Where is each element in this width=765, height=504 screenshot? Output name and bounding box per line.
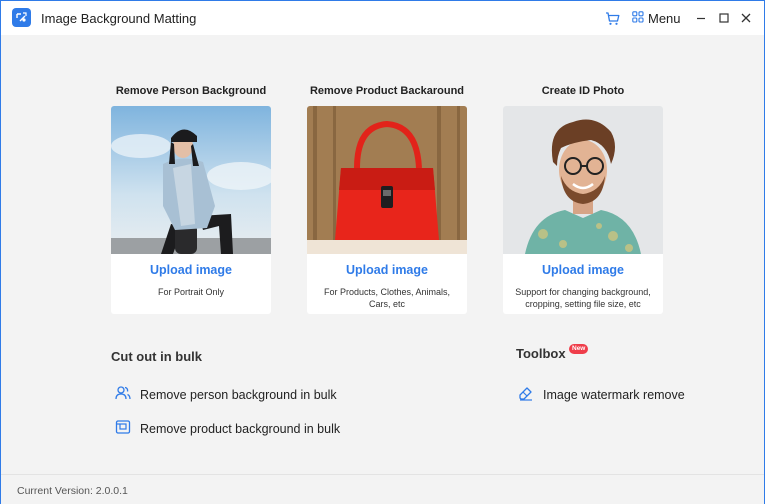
title-bar: Image Background Matting Menu xyxy=(1,1,764,35)
menu-label: Menu xyxy=(648,11,681,26)
grid-icon xyxy=(632,11,644,26)
menu-button[interactable]: Menu xyxy=(632,10,681,27)
portrait-sample-image xyxy=(111,106,271,254)
people-icon xyxy=(114,384,132,405)
card-title-product: Remove Product Backaround xyxy=(309,85,465,97)
product-sample-image xyxy=(307,106,467,254)
maximize-button[interactable] xyxy=(716,10,732,26)
toolbox-section-title: Toolbox xyxy=(516,346,566,361)
minimize-button[interactable] xyxy=(693,10,709,26)
app-title: Image Background Matting xyxy=(41,11,197,26)
card-description: Support for changing background, croppin… xyxy=(515,287,651,309)
app-logo-icon xyxy=(12,8,31,27)
upload-image-link[interactable]: Upload image xyxy=(307,263,467,277)
cart-icon[interactable] xyxy=(605,11,620,26)
status-bar: Current Version: 2.0.0.1 xyxy=(1,474,764,504)
remove-product-bulk-item[interactable]: Remove product background in bulk xyxy=(114,418,340,439)
card-title-id-photo: Create ID Photo xyxy=(541,85,625,97)
card-description: For Products, Clothes, Animals, Cars, et… xyxy=(323,287,451,309)
close-button[interactable] xyxy=(738,10,754,26)
card-remove-person-background[interactable]: Upload image For Portrait Only xyxy=(111,106,271,314)
watermark-remove-item[interactable]: Image watermark remove xyxy=(517,384,685,405)
list-item-label: Image watermark remove xyxy=(543,387,685,402)
card-remove-product-background[interactable]: Upload image For Products, Clothes, Anim… xyxy=(307,106,467,314)
version-label: Current Version: 2.0.0.1 xyxy=(17,485,128,497)
card-create-id-photo[interactable]: Upload image Support for changing backgr… xyxy=(503,106,663,314)
product-icon xyxy=(114,418,132,439)
app-window: Image Background Matting Menu Remove Per… xyxy=(0,0,765,504)
upload-image-link[interactable]: Upload image xyxy=(111,263,271,277)
new-badge: New xyxy=(569,344,589,354)
list-item-label: Remove product background in bulk xyxy=(140,421,341,436)
remove-person-bulk-item[interactable]: Remove person background in bulk xyxy=(114,384,337,405)
bulk-section-title: Cut out in bulk xyxy=(111,349,202,364)
card-description: For Portrait Only xyxy=(157,287,224,297)
eraser-icon xyxy=(517,384,535,405)
card-title-person: Remove Person Background xyxy=(115,85,267,97)
id-photo-sample-image xyxy=(503,106,663,254)
upload-image-link[interactable]: Upload image xyxy=(503,263,663,277)
list-item-label: Remove person background in bulk xyxy=(140,387,337,402)
